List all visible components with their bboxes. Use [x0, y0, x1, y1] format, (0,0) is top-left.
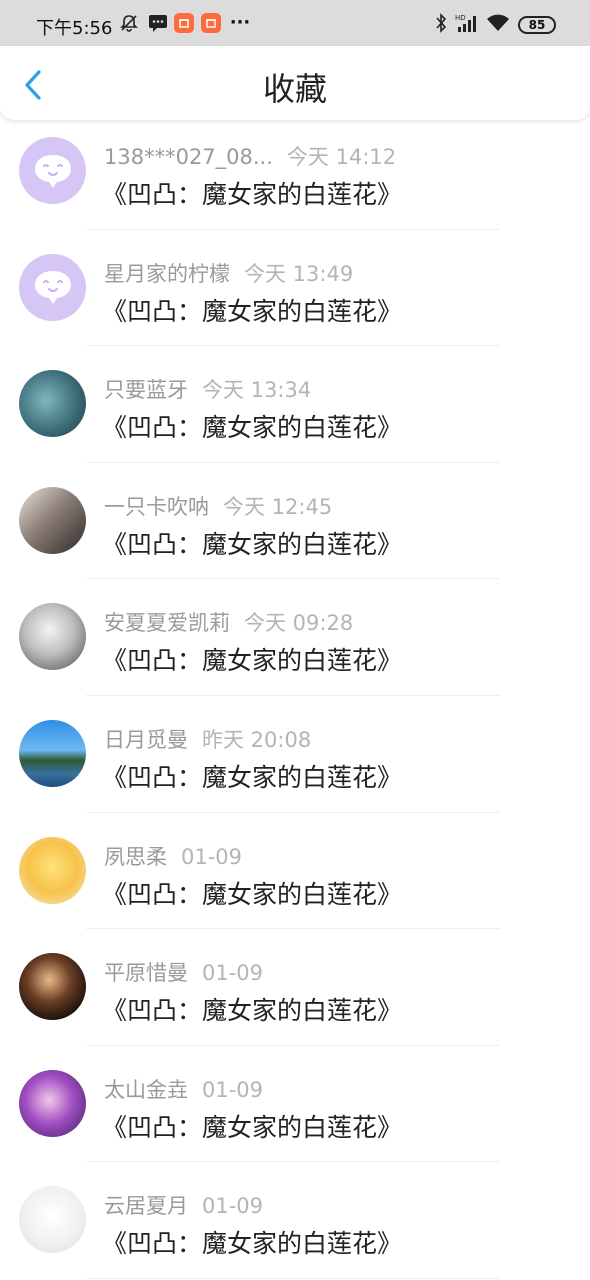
item-user-name: 日月觅曼	[104, 727, 188, 752]
list-item[interactable]: 夙思柔 01-09 《凹凸：魔女家的白莲花》	[0, 813, 590, 930]
avatar[interactable]	[19, 486, 86, 554]
item-user-name: 星月家的柠檬	[104, 261, 230, 286]
avatar[interactable]	[19, 1186, 86, 1254]
item-meta: 云居夏月 01-09	[104, 1190, 263, 1220]
hd-signal-icon: HD	[455, 12, 479, 34]
item-user-name: 太山金垚	[104, 1077, 188, 1102]
item-title: 《凹凸：魔女家的白莲花》	[102, 762, 403, 792]
avatar[interactable]	[19, 253, 86, 321]
item-time: 01-09	[202, 1194, 264, 1219]
item-title: 《凹凸：魔女家的白莲花》	[102, 1229, 403, 1259]
avatar[interactable]	[19, 1069, 86, 1137]
favorites-list: 138***027_08... 今天 14:12 《凹凸：魔女家的白莲花》 星月家…	[0, 113, 590, 1279]
back-button[interactable]	[16, 68, 50, 102]
app-notification-icon	[201, 13, 221, 33]
list-item[interactable]: 星月家的柠檬 今天 13:49 《凹凸：魔女家的白莲花》	[0, 230, 590, 347]
chat-bubble-icon	[34, 271, 71, 305]
chevron-left-icon	[25, 70, 41, 100]
item-meta: 138***027_08... 今天 14:12	[104, 141, 396, 171]
list-item[interactable]: 一只卡吹呐 今天 12:45 《凹凸：魔女家的白莲花》	[0, 463, 590, 580]
chat-bubble-icon	[34, 154, 71, 188]
avatar[interactable]	[19, 603, 86, 671]
status-bar: 下午5:56 ··· HD 85	[0, 0, 590, 46]
item-meta: 太山金垚 01-09	[104, 1074, 263, 1104]
app-notification-icon	[174, 13, 194, 33]
list-item[interactable]: 平原惜曼 01-09 《凹凸：魔女家的白莲花》	[0, 929, 590, 1046]
item-user-name: 安夏夏爱凯莉	[104, 611, 230, 636]
mute-icon	[118, 12, 140, 34]
wifi-icon	[486, 12, 510, 34]
divider	[86, 1277, 500, 1279]
list-item[interactable]: 云居夏月 01-09 《凹凸：魔女家的白莲花》	[0, 1162, 590, 1279]
item-meta: 安夏夏爱凯莉 今天 09:28	[104, 607, 353, 637]
item-title: 《凹凸：魔女家的白莲花》	[102, 1112, 403, 1142]
item-time: 01-09	[181, 844, 243, 869]
avatar[interactable]	[19, 137, 86, 204]
avatar[interactable]	[19, 836, 86, 904]
item-user-name: 一只卡吹呐	[104, 494, 209, 519]
item-title: 《凹凸：魔女家的白莲花》	[102, 180, 403, 209]
item-time: 今天 13:34	[202, 378, 312, 403]
message-icon	[148, 12, 168, 34]
avatar[interactable]	[19, 953, 86, 1021]
item-time: 今天 09:28	[244, 611, 354, 636]
item-title: 《凹凸：魔女家的白莲花》	[102, 879, 403, 909]
avatar[interactable]	[19, 719, 86, 787]
battery-icon: 85	[518, 16, 556, 34]
item-user-name: 只要蓝牙	[104, 378, 188, 403]
item-time: 今天 13:49	[244, 261, 354, 286]
nav-bar: 收藏	[0, 46, 590, 120]
item-meta: 日月觅曼 昨天 20:08	[104, 724, 311, 754]
item-title: 《凹凸：魔女家的白莲花》	[102, 646, 403, 676]
list-item[interactable]: 日月觅曼 昨天 20:08 《凹凸：魔女家的白莲花》	[0, 696, 590, 813]
item-user-name: 平原惜曼	[104, 961, 188, 986]
more-icon: ···	[229, 12, 251, 33]
item-user-name: 夙思柔	[104, 844, 167, 869]
item-time: 今天 12:45	[223, 494, 333, 519]
status-time: 下午5:56	[36, 18, 113, 39]
item-title: 《凹凸：魔女家的白莲花》	[102, 996, 403, 1026]
list-item[interactable]: 138***027_08... 今天 14:12 《凹凸：魔女家的白莲花》	[0, 113, 590, 230]
svg-text:HD: HD	[455, 14, 466, 22]
bluetooth-icon	[434, 12, 448, 34]
list-item[interactable]: 太山金垚 01-09 《凹凸：魔女家的白莲花》	[0, 1046, 590, 1163]
list-item[interactable]: 安夏夏爱凯莉 今天 09:28 《凹凸：魔女家的白莲花》	[0, 579, 590, 696]
item-user-name: 138***027_08...	[104, 145, 273, 169]
item-meta: 只要蓝牙 今天 13:34	[104, 374, 311, 404]
item-time: 01-09	[202, 961, 264, 986]
avatar[interactable]	[19, 370, 86, 438]
item-meta: 星月家的柠檬 今天 13:49	[104, 258, 353, 288]
item-title: 《凹凸：魔女家的白莲花》	[102, 413, 403, 443]
item-title: 《凹凸：魔女家的白莲花》	[102, 296, 403, 326]
item-time: 今天 14:12	[286, 145, 397, 169]
page-title: 收藏	[262, 70, 327, 108]
item-title: 《凹凸：魔女家的白莲花》	[102, 529, 403, 559]
item-meta: 一只卡吹呐 今天 12:45	[104, 491, 332, 521]
list-item[interactable]: 只要蓝牙 今天 13:34 《凹凸：魔女家的白莲花》	[0, 346, 590, 463]
item-meta: 夙思柔 01-09	[104, 841, 242, 871]
item-time: 昨天 20:08	[202, 727, 312, 752]
item-meta: 平原惜曼 01-09	[104, 957, 263, 987]
item-user-name: 云居夏月	[104, 1194, 188, 1219]
item-time: 01-09	[202, 1077, 264, 1102]
